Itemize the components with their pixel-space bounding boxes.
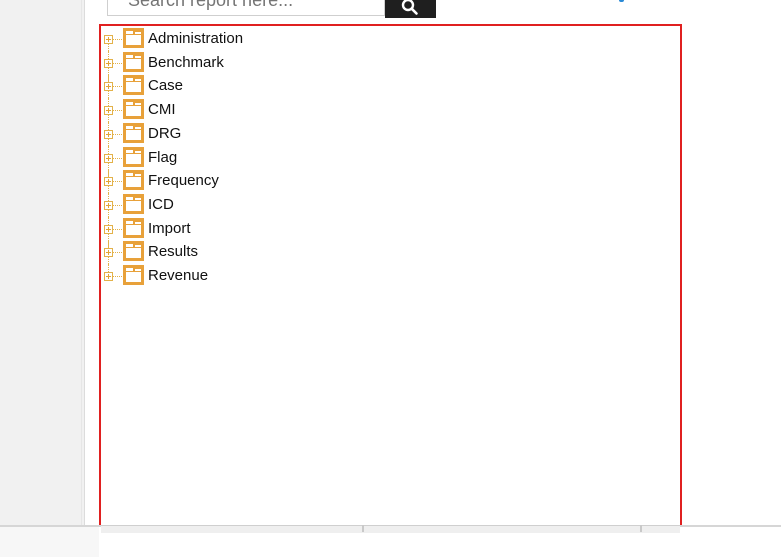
tree-connector <box>108 169 109 177</box>
expand-icon[interactable] <box>104 177 113 186</box>
expand-icon[interactable] <box>104 130 113 139</box>
folder-icon <box>123 194 144 214</box>
tree-node-label[interactable]: Results <box>148 243 198 261</box>
header-link-fragment[interactable] <box>619 0 624 2</box>
expand-icon[interactable] <box>104 248 113 257</box>
tree-node-label[interactable]: CMI <box>148 101 176 119</box>
tree-connector <box>113 86 122 87</box>
folder-icon <box>123 170 144 190</box>
tree-node-label[interactable]: Case <box>148 77 183 95</box>
tree-node[interactable]: Case <box>101 74 501 106</box>
expand-icon[interactable] <box>104 82 113 91</box>
tree-connector <box>113 229 122 230</box>
tree-node-label[interactable]: ICD <box>148 196 174 214</box>
tree-node-label[interactable]: Flag <box>148 149 177 167</box>
folder-icon <box>123 99 144 119</box>
tree-node-label[interactable]: DRG <box>148 125 181 143</box>
tree-node-label[interactable]: Frequency <box>148 172 219 190</box>
folder-icon <box>123 123 144 143</box>
left-sidebar <box>0 0 85 527</box>
tree-connector <box>113 252 122 253</box>
report-tree-panel: Administration Benchmark Case CMI DRG Flag Fre… <box>99 24 682 532</box>
search-button[interactable] <box>385 0 436 18</box>
tree-connector <box>113 181 122 182</box>
tree-connector <box>108 240 109 248</box>
tree-node[interactable]: Flag <box>101 146 501 178</box>
tree-connector <box>108 98 109 106</box>
scrollbar-separator <box>362 525 364 532</box>
tree-connector <box>113 276 122 277</box>
tree-node[interactable]: ICD <box>101 193 501 225</box>
sidebar-divider <box>81 0 82 527</box>
tree-connector <box>108 51 109 59</box>
scrollbar-separator <box>640 525 642 532</box>
expand-icon[interactable] <box>104 154 113 163</box>
tree-connector <box>108 122 109 130</box>
folder-icon <box>123 52 144 72</box>
folder-icon <box>123 75 144 95</box>
tree-connector <box>113 134 122 135</box>
tree-connector <box>108 193 109 201</box>
expand-icon[interactable] <box>104 106 113 115</box>
tree-node[interactable]: DRG <box>101 122 501 154</box>
horizontal-scrollbar[interactable] <box>101 525 680 533</box>
tree-connector <box>108 264 109 272</box>
folder-icon <box>123 147 144 167</box>
folder-icon <box>123 265 144 285</box>
expand-icon[interactable] <box>104 35 113 44</box>
folder-icon <box>123 218 144 238</box>
tree-connector <box>113 39 122 40</box>
tree-node[interactable]: Administration <box>101 27 501 59</box>
expand-icon[interactable] <box>104 272 113 281</box>
tree-node-label[interactable]: Benchmark <box>148 54 224 72</box>
expand-icon[interactable] <box>104 59 113 68</box>
search-icon <box>401 0 418 15</box>
bottom-left-area <box>0 527 99 557</box>
folder-icon <box>123 28 144 48</box>
tree-connector <box>113 63 122 64</box>
tree-node-label[interactable]: Import <box>148 220 191 238</box>
tree-node-label[interactable]: Administration <box>148 30 243 48</box>
expand-icon[interactable] <box>104 225 113 234</box>
tree-connector <box>113 158 122 159</box>
expand-icon[interactable] <box>104 201 113 210</box>
tree-connector <box>113 205 122 206</box>
tree-connector <box>108 217 109 225</box>
tree-node[interactable]: CMI <box>101 98 501 130</box>
tree-node[interactable]: Benchmark <box>101 51 501 83</box>
tree-connector <box>108 146 109 154</box>
tree-node[interactable]: Import <box>101 217 501 249</box>
folder-icon <box>123 241 144 261</box>
tree-node[interactable]: Results <box>101 240 501 272</box>
tree-connector <box>108 74 109 82</box>
tree-node-label[interactable]: Revenue <box>148 267 208 285</box>
search-input[interactable] <box>107 0 385 16</box>
tree-node[interactable]: Frequency <box>101 169 501 201</box>
tree-connector <box>113 110 122 111</box>
tree-node[interactable]: Revenue <box>101 264 501 288</box>
